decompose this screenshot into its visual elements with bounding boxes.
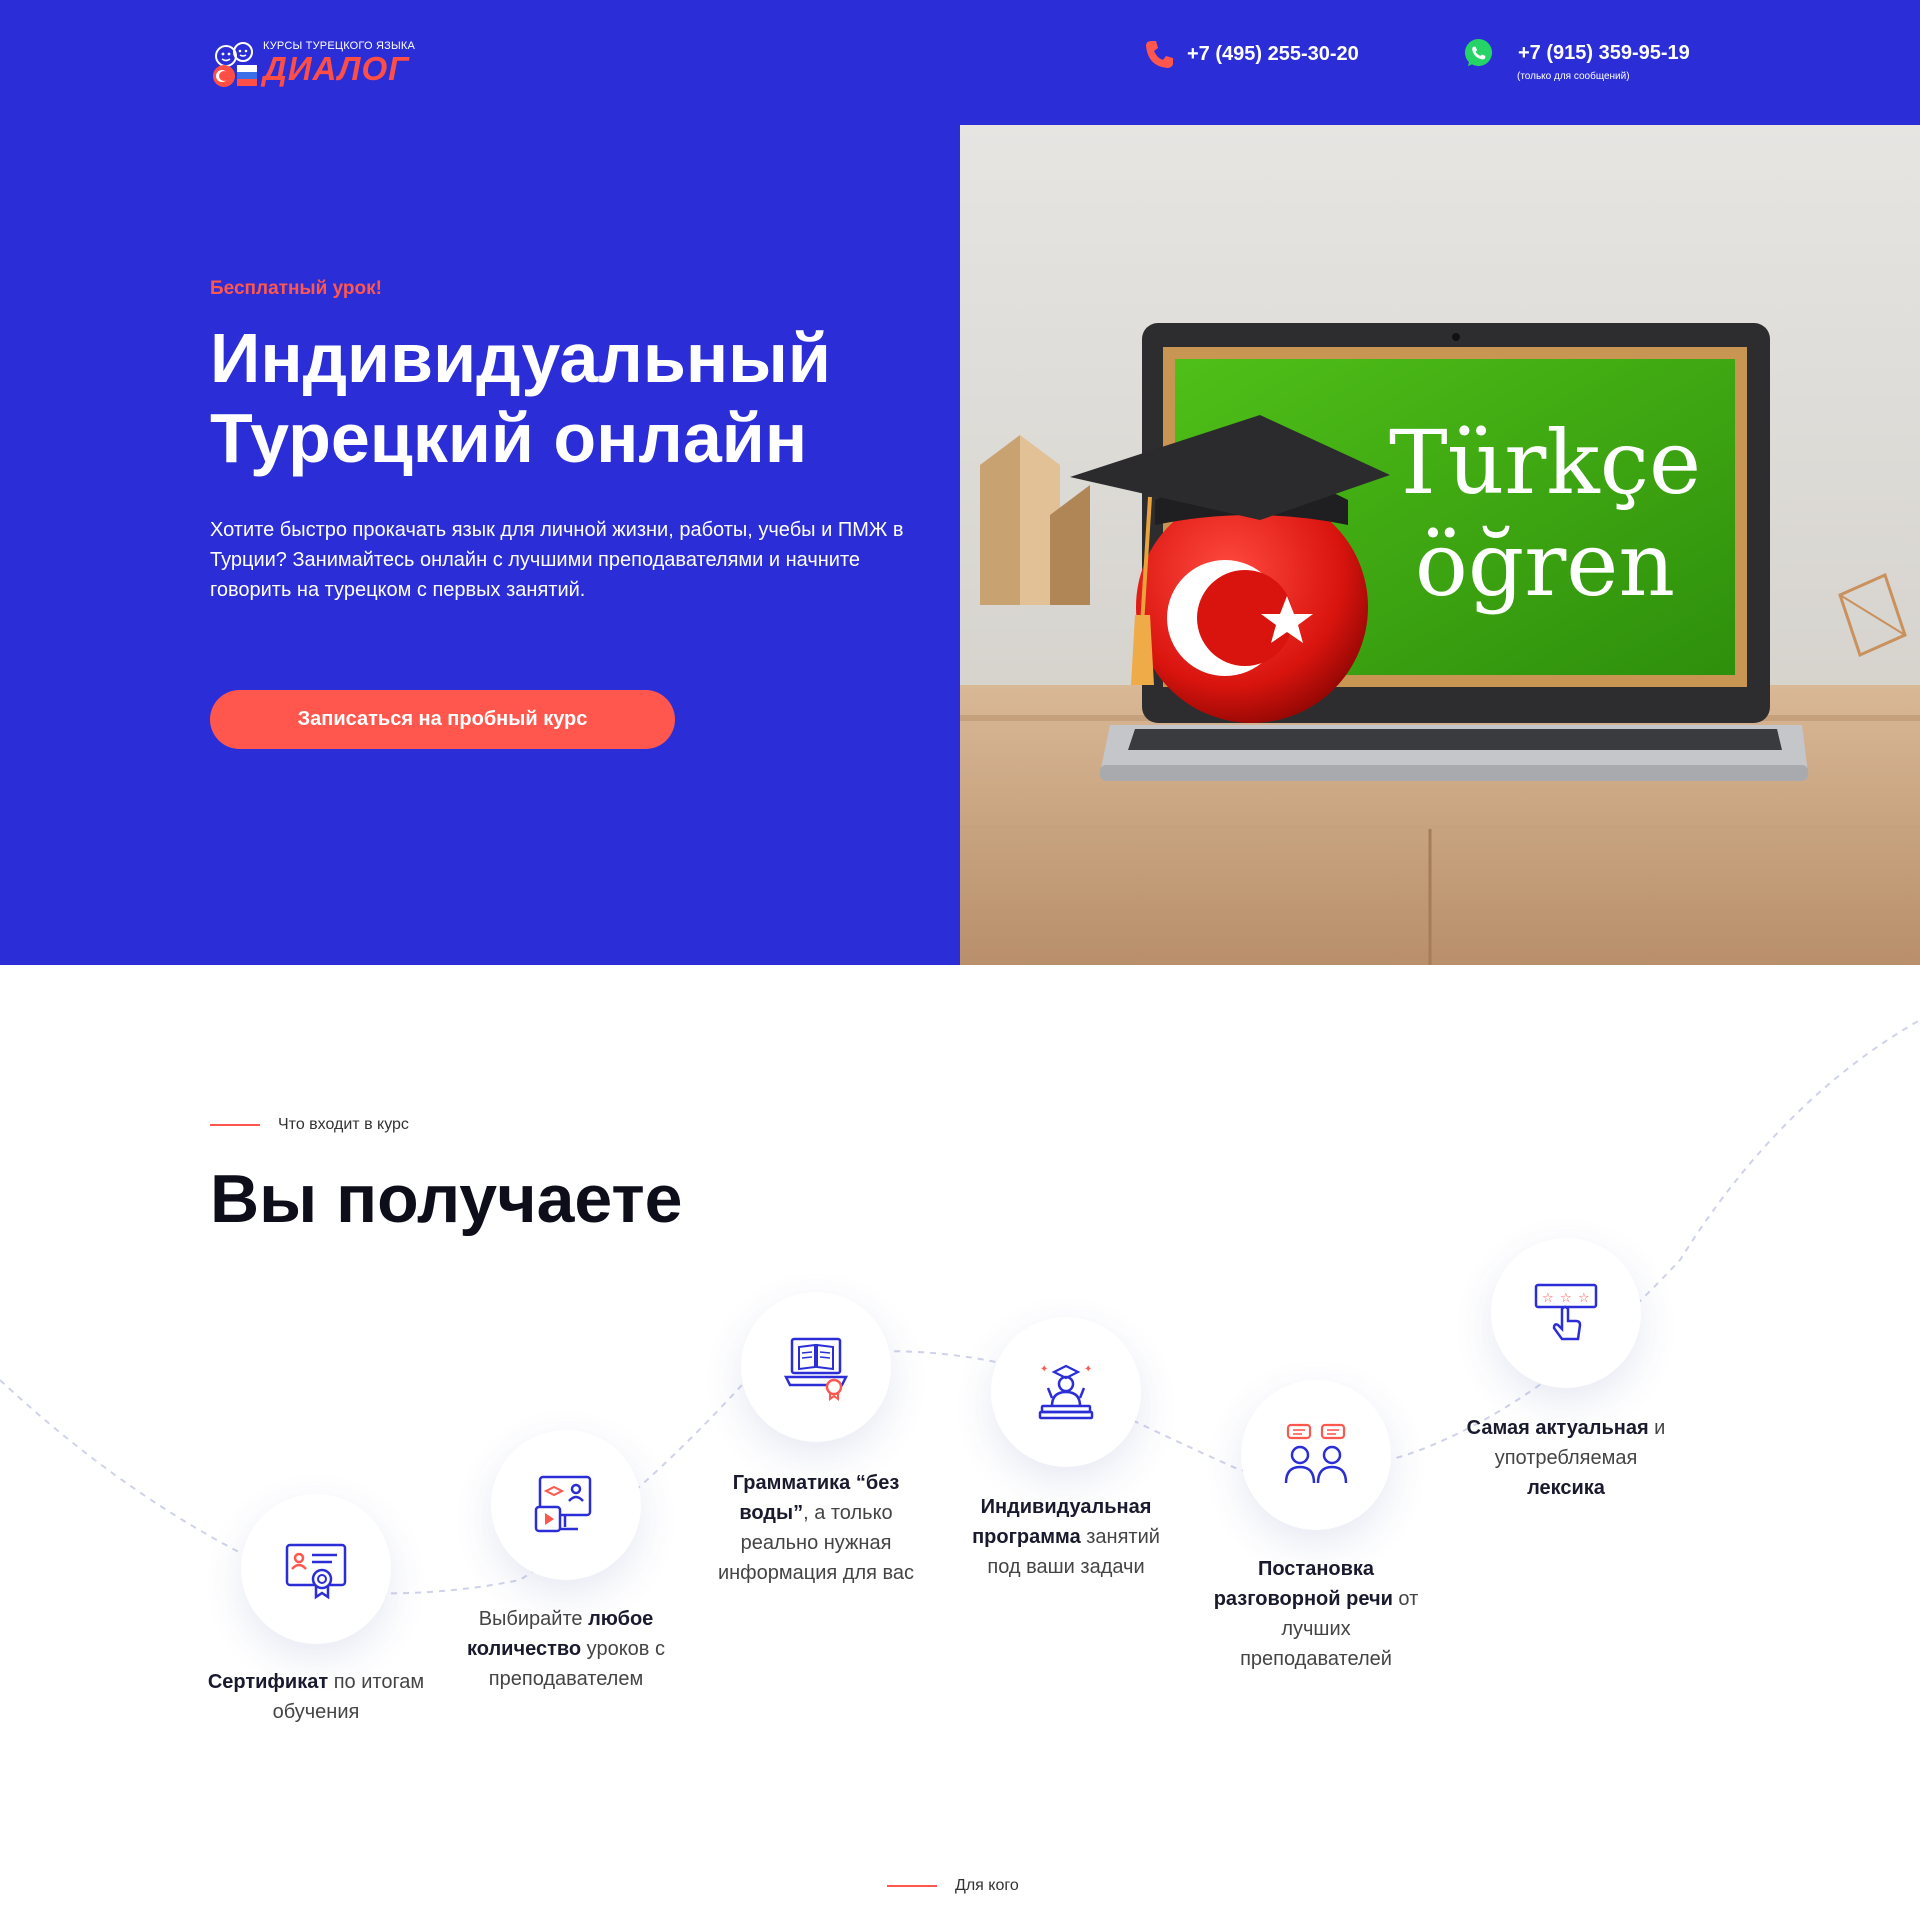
logo[interactable]: КУРСЫ ТУРЕЦКОГО ЯЗЫКА ДИАЛОГ [210, 36, 430, 90]
phone-whatsapp-note: (только для сообщений) [1517, 71, 1630, 82]
feature-text-grammar: Грамматика “без воды”, а только реально … [706, 1468, 926, 1588]
next-section-eyebrow: Для кого [887, 1877, 1019, 1895]
hero-description: Хотите быстро прокачать язык для личной … [210, 519, 904, 601]
feature-bold: Самая актуальная [1466, 1417, 1649, 1439]
hero-image: Türkçe öğren [960, 125, 1920, 965]
whatsapp-icon [1464, 38, 1493, 67]
phone-main-number: +7 (495) 255-30-20 [1187, 42, 1359, 65]
feature-text-program: Индивидуальная программа занятий под ваш… [956, 1492, 1176, 1582]
course-section-title: Вы получаете [210, 1161, 683, 1237]
next-section-eyebrow-text: Для кого [955, 1877, 1019, 1894]
feature-bold: Сертификат [207, 1671, 329, 1693]
rating-click-icon: ☆ ☆ ☆ [1534, 1283, 1598, 1341]
course-section-eyebrow-text: Что входит в курс [278, 1116, 409, 1133]
svg-text:✦: ✦ [1040, 1364, 1048, 1375]
feature-pre: Выбирайте [478, 1608, 589, 1630]
laptop-illustration: Türkçe öğren [960, 125, 1920, 965]
phone-whatsapp-number: +7 (915) 359-95-19 [1518, 42, 1690, 64]
feature-bold-2: лексика [1527, 1477, 1605, 1499]
logo-faces-icon [213, 42, 257, 87]
svg-text:✦: ✦ [1084, 1364, 1092, 1375]
laptop-book-icon [783, 1337, 849, 1401]
feature-text-speaking: Постановка разговорной речи от лучших пр… [1206, 1554, 1426, 1674]
video-lesson-icon [534, 1475, 592, 1533]
feature-text-vocabulary: Самая актуальная и употребляемая лексика [1456, 1413, 1676, 1503]
trial-course-button[interactable]: Записаться на пробный курс [210, 690, 675, 749]
feature-speaking [1241, 1380, 1391, 1530]
site-header: КУРСЫ ТУРЕЦКОГО ЯЗЫКА ДИАЛОГ +7 (495) 25… [0, 0, 1920, 125]
certificate-icon [285, 1543, 347, 1600]
feature-vocabulary: ☆ ☆ ☆ [1491, 1238, 1641, 1388]
svg-text:☆: ☆ [1560, 1291, 1572, 1306]
feature-bold: Постановка разговорной речи [1213, 1558, 1393, 1610]
feature-lessons [491, 1430, 641, 1580]
graduate-icon: ✦ ✦ [1038, 1364, 1094, 1420]
phone-icon [1146, 41, 1173, 68]
feature-certificate [241, 1494, 391, 1644]
hero-title: Индивидуальный Турецкий онлайн [210, 319, 831, 477]
feature-program: ✦ ✦ [991, 1317, 1141, 1467]
hero-eyebrow: Бесплатный урок! [210, 278, 382, 299]
feature-text-certificate: Сертификат по итогам обучения [206, 1667, 426, 1727]
conversation-icon [1284, 1423, 1348, 1484]
eyebrow-line [210, 1124, 260, 1126]
image-text-ogren: öğren [1415, 513, 1675, 616]
feature-text-lessons: Выбирайте любое количество уроков с преп… [456, 1604, 676, 1694]
logo-wordmark: ДИАЛОГ [263, 50, 410, 87]
eyebrow-line [887, 1885, 937, 1887]
phone-main-link[interactable]: +7 (495) 255-30-20 [1143, 38, 1359, 70]
svg-text:☆: ☆ [1578, 1291, 1590, 1306]
svg-text:☆: ☆ [1542, 1291, 1554, 1306]
feature-grammar [741, 1292, 891, 1442]
course-section-eyebrow: Что входит в курс [210, 1116, 409, 1134]
image-text-turkce: Türkçe [1389, 411, 1701, 514]
